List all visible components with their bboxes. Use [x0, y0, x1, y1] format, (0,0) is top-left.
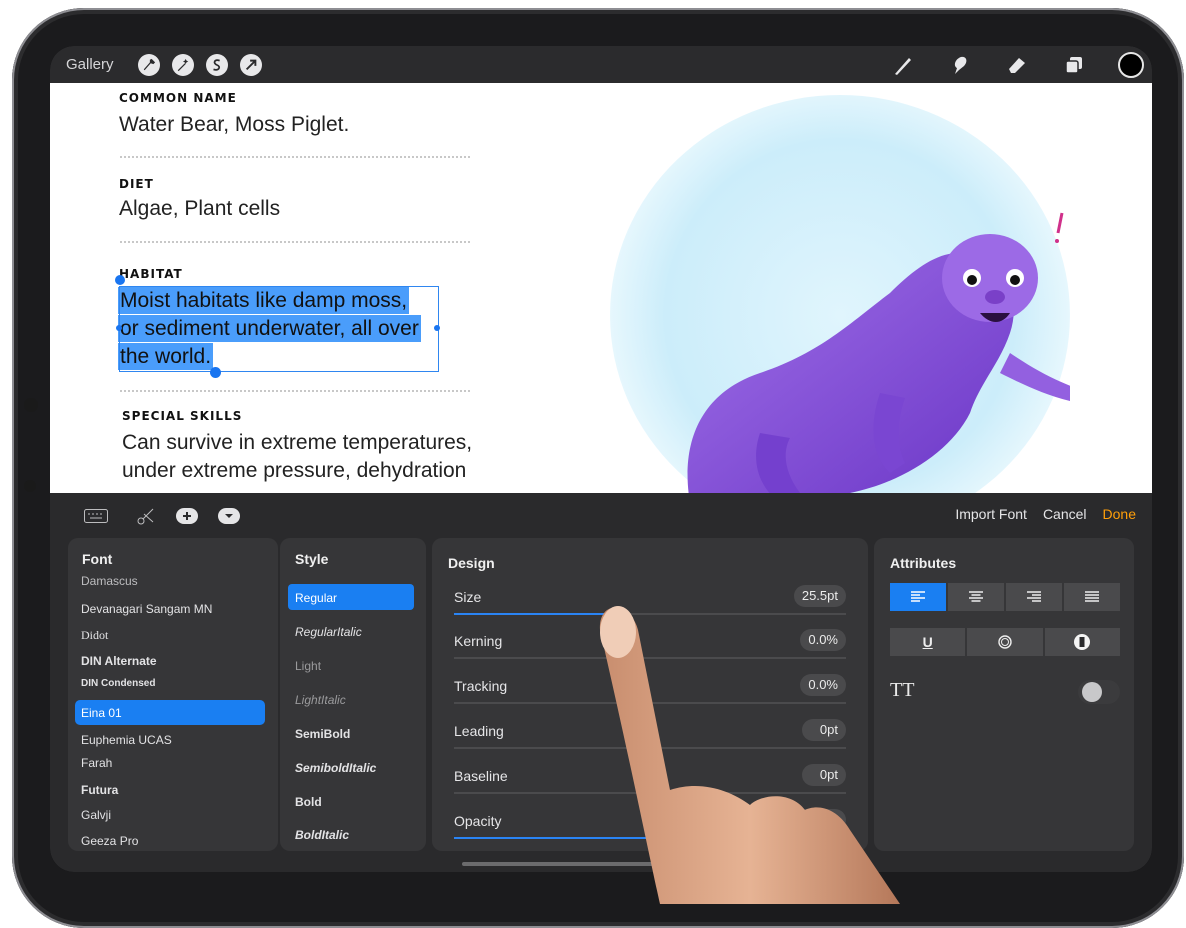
- field-label: DIET: [119, 177, 154, 191]
- style-item[interactable]: BoldItalic: [295, 828, 349, 842]
- design-label: Tracking: [454, 678, 508, 694]
- right-tools: [890, 46, 1152, 83]
- camera-dot: [24, 398, 38, 412]
- cancel-button[interactable]: Cancel: [1043, 506, 1087, 522]
- keyboard-icon[interactable]: [84, 506, 108, 526]
- drawing-canvas[interactable]: COMMON NAME Water Bear, Moss Piglet. DIE…: [50, 83, 1152, 493]
- style-item[interactable]: RegularItalic: [295, 625, 362, 639]
- design-label: Size: [454, 589, 482, 605]
- font-item[interactable]: Damascus: [81, 574, 138, 588]
- wrench-icon[interactable]: [137, 53, 160, 76]
- selection-handle-right[interactable]: [434, 325, 440, 331]
- field-value: Water Bear, Moss Piglet.: [119, 113, 350, 136]
- add-icon[interactable]: [176, 506, 198, 526]
- font-item[interactable]: DIN Condensed: [81, 678, 155, 689]
- font-item[interactable]: Geeza Pro: [81, 834, 138, 848]
- smudge-icon[interactable]: [947, 52, 973, 78]
- text-selection-box: [119, 286, 439, 372]
- align-center-button[interactable]: [948, 583, 1004, 611]
- text-style-group: U: [890, 628, 1120, 656]
- style-title: Style: [295, 551, 329, 567]
- field-label: SPECIAL SKILLS: [122, 409, 243, 423]
- style-item[interactable]: Bold: [295, 795, 322, 809]
- font-item[interactable]: Futura: [81, 783, 118, 797]
- divider: [120, 241, 470, 243]
- all-caps-toggle[interactable]: [1078, 680, 1120, 704]
- dropdown-icon[interactable]: [218, 506, 240, 526]
- style-item[interactable]: SemiBold: [295, 727, 350, 741]
- field-label: HABITAT: [119, 267, 183, 281]
- eraser-icon[interactable]: [1004, 52, 1030, 78]
- font-list[interactable]: Font Damascus Devanagari Sangam MN Didot…: [68, 538, 278, 851]
- design-label: Baseline: [454, 768, 508, 784]
- camera-dot: [24, 480, 36, 492]
- underline-label: U: [922, 634, 933, 650]
- align-justify-icon: [1085, 591, 1099, 602]
- shadow-icon: [1074, 634, 1091, 650]
- font-item[interactable]: Devanagari Sangam MN: [81, 602, 212, 616]
- color-picker-button[interactable]: [1118, 51, 1144, 78]
- align-center-icon: [969, 591, 983, 602]
- align-right-icon: [1027, 591, 1041, 602]
- font-item[interactable]: DIN Alternate: [81, 654, 157, 668]
- divider: [120, 156, 470, 158]
- tardigrade-illustration: [687, 212, 1070, 493]
- shadow-button[interactable]: [1044, 628, 1120, 656]
- field-value: Algae, Plant cells: [119, 197, 281, 220]
- gallery-button[interactable]: Gallery: [66, 56, 114, 73]
- transform-arrow-icon[interactable]: [239, 53, 262, 76]
- divider: [120, 390, 470, 392]
- font-item-selected[interactable]: Eina 01: [81, 706, 122, 720]
- font-item[interactable]: Didot: [81, 628, 108, 643]
- selection-handle-top[interactable]: [115, 275, 125, 285]
- toggle-knob: [1082, 682, 1102, 702]
- design-label: Leading: [454, 723, 504, 739]
- design-label: Kerning: [454, 633, 503, 649]
- finger-overlay: [599, 606, 900, 904]
- outline-icon: [998, 635, 1012, 649]
- selection-handle-bottom[interactable]: [210, 367, 221, 378]
- field-value: under extreme pressure, dehydration: [122, 459, 467, 482]
- design-title: Design: [448, 555, 495, 571]
- panel-actions: Import Font Cancel Done: [955, 506, 1136, 522]
- align-justify-button[interactable]: [1064, 583, 1120, 611]
- font-title: Font: [82, 551, 113, 567]
- scissors-icon[interactable]: [136, 506, 156, 526]
- font-item[interactable]: Euphemia UCAS: [81, 733, 172, 747]
- import-font-button[interactable]: Import Font: [955, 506, 1027, 522]
- brush-icon[interactable]: [890, 52, 916, 78]
- font-item[interactable]: Farah: [81, 756, 112, 770]
- align-right-button[interactable]: [1006, 583, 1062, 611]
- top-toolbar: Gallery: [50, 46, 1152, 83]
- field-value: Can survive in extreme temperatures,: [122, 431, 473, 454]
- outline-button[interactable]: [967, 628, 1043, 656]
- design-label: Opacity: [454, 813, 502, 829]
- style-item[interactable]: SemiboldItalic: [295, 761, 376, 775]
- done-button[interactable]: Done: [1103, 506, 1136, 522]
- layers-icon[interactable]: [1061, 52, 1087, 78]
- selection-icon[interactable]: [205, 53, 228, 76]
- selection-handle-left[interactable]: [116, 325, 122, 331]
- style-item[interactable]: Light: [295, 659, 321, 673]
- style-item-selected[interactable]: Regular: [295, 591, 337, 605]
- field-label: COMMON NAME: [119, 91, 237, 105]
- font-item[interactable]: Galvji: [81, 808, 111, 822]
- style-list[interactable]: Style Regular RegularItalic Light LightI…: [280, 538, 426, 851]
- style-item[interactable]: LightItalic: [295, 693, 346, 707]
- magic-wand-icon[interactable]: [171, 53, 194, 76]
- alignment-group: [890, 583, 1120, 611]
